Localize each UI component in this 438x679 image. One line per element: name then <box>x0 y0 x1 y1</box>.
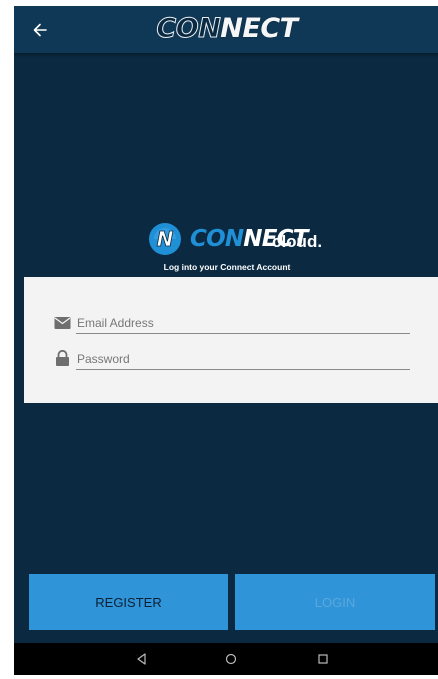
logo-word-part1: CON <box>190 226 244 252</box>
app-title-part1: CON <box>156 13 221 45</box>
logo-suffix: cloud. <box>272 232 323 251</box>
email-field[interactable] <box>76 313 410 334</box>
email-field-row <box>54 313 418 335</box>
nav-recents-button[interactable] <box>315 651 331 667</box>
app-title: CONNECT <box>14 12 438 46</box>
connect-cloud-logo: N CONNECT cloud. <box>14 222 438 262</box>
nav-back-button[interactable] <box>134 651 150 667</box>
login-form <box>24 277 438 403</box>
password-field[interactable] <box>76 349 410 370</box>
logo-mark-letter: N <box>157 227 174 251</box>
app-bar: CONNECT <box>14 6 438 53</box>
square-recents-icon <box>318 654 328 664</box>
register-button[interactable]: REGISTER <box>29 574 228 630</box>
envelope-icon <box>54 317 71 329</box>
system-navigation-bar <box>14 643 438 675</box>
login-button[interactable]: LOGIN <box>235 574 435 630</box>
login-subtitle: Log into your Connect Account <box>163 262 291 272</box>
lock-icon <box>56 350 69 366</box>
app-screen: CONNECT N CONNECT cloud. Log into your C… <box>14 6 438 675</box>
password-field-row <box>54 349 418 371</box>
circle-home-icon <box>225 653 237 665</box>
triangle-back-icon <box>137 653 146 665</box>
connect-logo-mark-icon: N <box>149 223 181 255</box>
nav-home-button[interactable] <box>223 651 239 667</box>
app-title-part2: NECT <box>220 13 298 44</box>
